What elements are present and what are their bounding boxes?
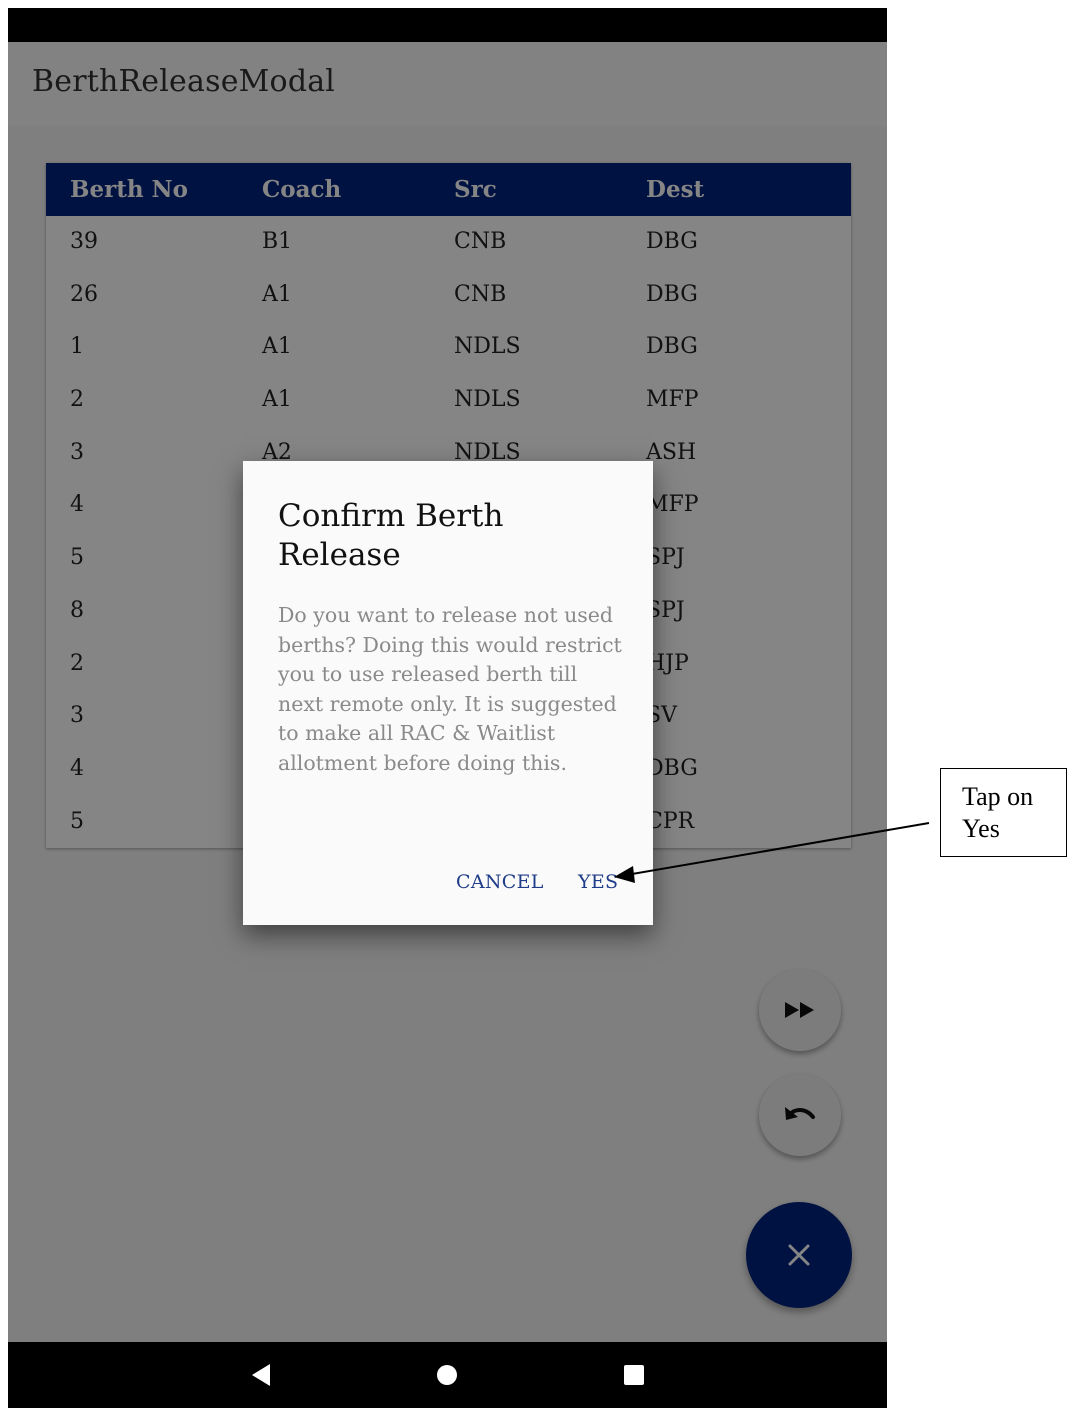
annotation-line-1: Tap on <box>962 782 1034 811</box>
annotation-callout: Tap on Yes <box>940 768 1067 857</box>
annotation-arrow <box>614 822 930 883</box>
annotation-line-2: Yes <box>962 814 1000 843</box>
